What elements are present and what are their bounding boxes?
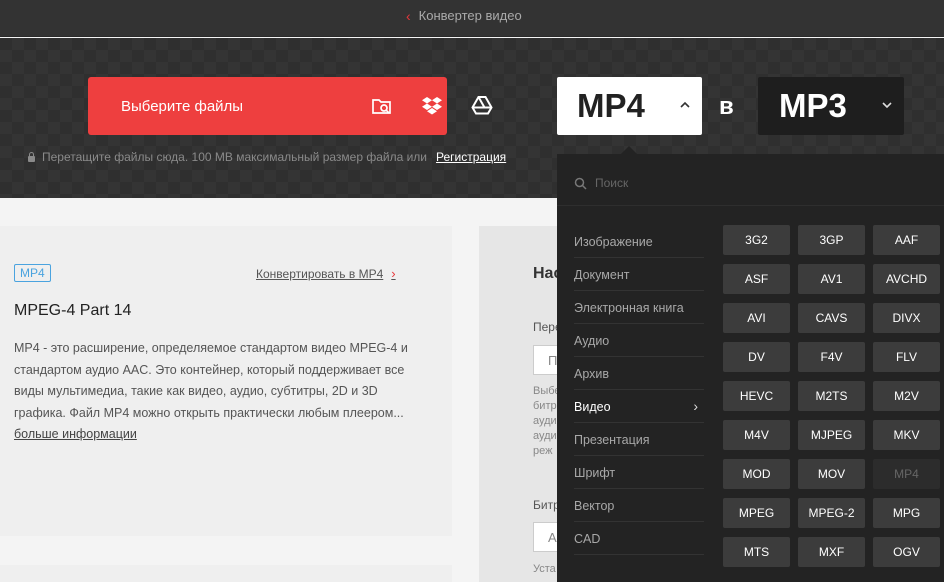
bitrate-label: Битр <box>533 498 560 512</box>
breadcrumb[interactable]: ‹ Конвертер видео <box>406 8 522 23</box>
category-label: Видео <box>574 400 611 414</box>
breadcrumb-label[interactable]: Конвертер видео <box>419 8 522 23</box>
format-grid: 3G2 3GP AAF ASF AV1 AVCHD AVI CAVS DIVX DV F4V FLV H… <box>723 225 940 567</box>
category-item[interactable]: Аудио <box>574 324 704 357</box>
format-button[interactable]: AVI <box>723 303 790 333</box>
format-button[interactable]: M4V <box>723 420 790 450</box>
format-button[interactable]: AVCHD <box>873 264 940 294</box>
format-button[interactable]: MPEG-2 <box>798 498 865 528</box>
upload-hint: Перетащите файлы сюда. 100 MB максимальн… <box>27 150 506 164</box>
chevron-left-icon: ‹ <box>406 7 411 24</box>
format-button[interactable]: OGV <box>873 537 940 567</box>
google-drive-icon[interactable] <box>470 94 494 118</box>
choose-files-button[interactable]: Выберите файлы <box>88 77 493 135</box>
top-bar: ‹ Конвертер видео <box>0 0 944 37</box>
format-button[interactable]: MTS <box>723 537 790 567</box>
settings-note: Уста <box>533 563 556 575</box>
folder-search-icon[interactable] <box>370 94 394 118</box>
format-button[interactable]: HEVC <box>723 381 790 411</box>
category-item[interactable]: CAD <box>574 522 704 555</box>
format-button[interactable]: MXF <box>798 537 865 567</box>
category-item[interactable]: Изображение <box>574 225 704 258</box>
format-button: MP4 <box>873 459 940 489</box>
format-button[interactable]: M2TS <box>798 381 865 411</box>
more-info-link[interactable]: больше информации <box>14 427 137 441</box>
dropdown-divider <box>557 205 944 206</box>
format-title: MPEG-4 Part 14 <box>14 302 132 319</box>
category-label: Изображение <box>574 235 653 249</box>
source-format-select[interactable]: MP4 <box>557 77 702 135</box>
format-button[interactable]: MKV <box>873 420 940 450</box>
category-item[interactable]: Документ <box>574 258 704 291</box>
format-button[interactable]: AV1 <box>798 264 865 294</box>
format-button[interactable]: 3G2 <box>723 225 790 255</box>
format-button[interactable]: ASF <box>723 264 790 294</box>
category-label: Архив <box>574 367 610 381</box>
format-search[interactable]: Поиск <box>574 176 628 190</box>
format-button[interactable]: DV <box>723 342 790 372</box>
category-item[interactable]: Презентация <box>574 423 704 456</box>
format-dropdown: Поиск Изображение Документ Электронная кни… <box>557 154 944 582</box>
category-item[interactable]: Шрифт <box>574 456 704 489</box>
format-button[interactable]: DIVX <box>873 303 940 333</box>
format-button[interactable]: 3GP <box>798 225 865 255</box>
format-tag: MP4 <box>14 264 51 282</box>
format-button[interactable]: F4V <box>798 342 865 372</box>
lock-icon <box>27 152 36 162</box>
chevron-right-icon: › <box>391 266 396 281</box>
category-label: Вектор <box>574 499 615 513</box>
to-label: в <box>719 93 734 120</box>
source-format-value: MP4 <box>577 87 645 124</box>
format-button[interactable]: AAF <box>873 225 940 255</box>
category-item[interactable]: Вектор <box>574 489 704 522</box>
category-list: Изображение Документ Электронная книга Ауди… <box>574 225 704 555</box>
format-button[interactable]: MJPEG <box>798 420 865 450</box>
dropdown-pointer <box>621 146 637 154</box>
format-button[interactable]: MOV <box>798 459 865 489</box>
format-info-card-2 <box>0 565 452 582</box>
category-label: Шрифт <box>574 466 616 480</box>
search-input[interactable]: Поиск <box>595 176 628 190</box>
format-button[interactable]: MPEG <box>723 498 790 528</box>
target-format-value: MP3 <box>779 87 847 124</box>
format-button[interactable]: FLV <box>873 342 940 372</box>
format-button[interactable]: MPG <box>873 498 940 528</box>
choose-files-label: Выберите файлы <box>121 97 244 115</box>
cloud-sources <box>370 94 494 118</box>
register-link[interactable]: Регистрация <box>436 150 506 164</box>
category-item[interactable]: Архив <box>574 357 704 390</box>
category-label: Электронная книга <box>574 301 684 315</box>
dropbox-icon[interactable] <box>420 94 444 118</box>
target-format-select[interactable]: MP3 <box>758 77 904 135</box>
category-label: Презентация <box>574 433 650 447</box>
chevron-right-icon: › <box>693 398 698 414</box>
format-button[interactable]: MOD <box>723 459 790 489</box>
convert-to-link[interactable]: Конвертировать в MP4 › <box>256 266 396 281</box>
convert-to-label: Конвертировать в MP4 <box>256 266 384 281</box>
format-description: MP4 - это расширение, определяемое станд… <box>14 341 408 420</box>
category-label: Документ <box>574 268 630 282</box>
category-item[interactable]: Электронная книга <box>574 291 704 324</box>
format-button[interactable]: M2V <box>873 381 940 411</box>
chevron-down-icon <box>882 102 892 109</box>
category-item[interactable]: Видео › <box>574 390 704 423</box>
search-icon <box>574 177 587 190</box>
category-label: Аудио <box>574 334 610 348</box>
upload-hint-text: Перетащите файлы сюда. 100 MB максимальн… <box>42 150 428 164</box>
format-button[interactable]: CAVS <box>798 303 865 333</box>
chevron-up-icon <box>680 101 690 108</box>
category-label: CAD <box>574 532 601 546</box>
